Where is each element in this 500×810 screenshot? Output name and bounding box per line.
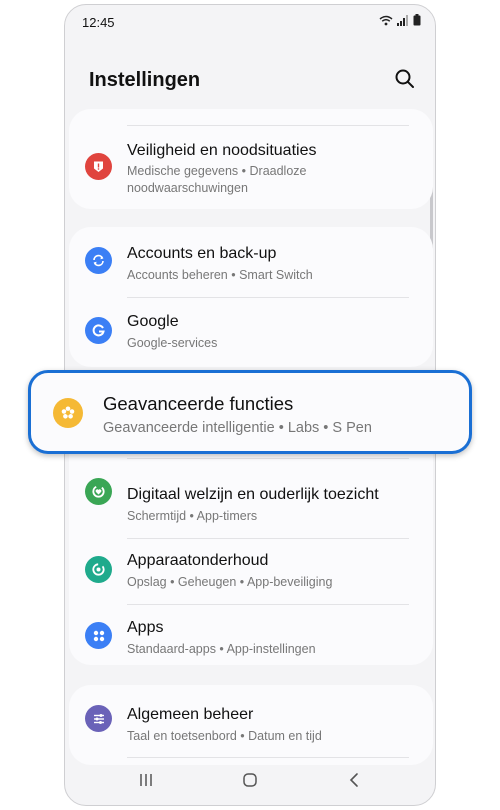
navigation-bar bbox=[65, 755, 435, 805]
card-accounts: Accounts en back-up Accounts beheren • S… bbox=[69, 227, 433, 367]
setting-title: Algemeen beheer bbox=[127, 706, 254, 723]
sync-icon bbox=[85, 247, 112, 274]
setting-accounts[interactable]: Accounts en back-up Accounts beheren • S… bbox=[69, 227, 433, 295]
setting-title: Google bbox=[127, 313, 179, 330]
sliders-icon bbox=[85, 705, 112, 732]
setting-title: Geavanceerde functies bbox=[103, 393, 294, 414]
setting-subtitle: Standaard-apps • App-instellingen bbox=[127, 642, 316, 656]
setting-general-management[interactable]: Algemeen beheer Taal en toetsenbord • Da… bbox=[69, 685, 433, 755]
setting-subtitle: Medische gegevens • Draadloze bbox=[127, 164, 307, 178]
setting-title: Apps bbox=[127, 619, 164, 636]
setting-subtitle: Schermtijd • App-timers bbox=[127, 509, 258, 523]
recent-apps-icon[interactable] bbox=[138, 772, 154, 788]
back-icon[interactable] bbox=[346, 772, 362, 788]
google-icon bbox=[85, 317, 112, 344]
page-title: Instellingen bbox=[89, 69, 201, 91]
setting-title: Apparaatonderhoud bbox=[127, 552, 269, 569]
setting-apps[interactable]: Apps Standaard-apps • App-instellingen bbox=[69, 604, 433, 665]
battery-icon bbox=[413, 14, 421, 26]
setting-safety[interactable]: Veiligheid en noodsituaties Medische geg… bbox=[69, 109, 433, 209]
home-icon[interactable] bbox=[242, 772, 258, 788]
setting-subtitle: Taal en toetsenbord • Datum en tijd bbox=[127, 729, 322, 743]
setting-device-care[interactable]: Apparaatonderhoud Opslag • Geheugen • Ap… bbox=[69, 538, 433, 603]
setting-wellbeing[interactable]: Digitaal welzijn en ouderlijk toezicht S… bbox=[69, 460, 433, 530]
warning-icon bbox=[85, 153, 112, 180]
signal-icon bbox=[397, 14, 408, 26]
setting-subtitle: Accounts beheren • Smart Switch bbox=[127, 268, 313, 282]
setting-subtitle: Geavanceerde intelligentie • Labs • S Pe… bbox=[103, 420, 372, 436]
setting-title: Digitaal welzijn en ouderlijk toezicht bbox=[127, 486, 379, 503]
card-safety: Veiligheid en noodsituaties Medische geg… bbox=[69, 109, 433, 209]
setting-subtitle: Google-services bbox=[127, 336, 218, 350]
setting-subtitle-line2: noodwaarschuwingen bbox=[127, 181, 248, 195]
status-icons bbox=[379, 14, 421, 26]
card-general: Algemeen beheer Taal en toetsenbord • Da… bbox=[69, 685, 433, 765]
divider bbox=[127, 458, 409, 459]
setting-advanced-features[interactable]: Geavanceerde functies Geavanceerde intel… bbox=[28, 370, 472, 454]
status-time: 12:45 bbox=[82, 15, 115, 30]
setting-subtitle: Opslag • Geheugen • App-beveiliging bbox=[127, 575, 333, 589]
setting-title: Veiligheid en noodsituaties bbox=[127, 142, 317, 159]
setting-google[interactable]: Google Google-services bbox=[69, 297, 433, 367]
device-care-icon bbox=[85, 556, 112, 583]
search-icon[interactable] bbox=[393, 67, 417, 91]
status-bar: 12:45 bbox=[65, 5, 435, 39]
wellbeing-icon bbox=[85, 478, 112, 505]
apps-grid-icon bbox=[85, 622, 112, 649]
setting-title: Accounts en back-up bbox=[127, 245, 277, 262]
wifi-icon bbox=[379, 15, 393, 25]
advanced-features-icon bbox=[53, 398, 83, 428]
